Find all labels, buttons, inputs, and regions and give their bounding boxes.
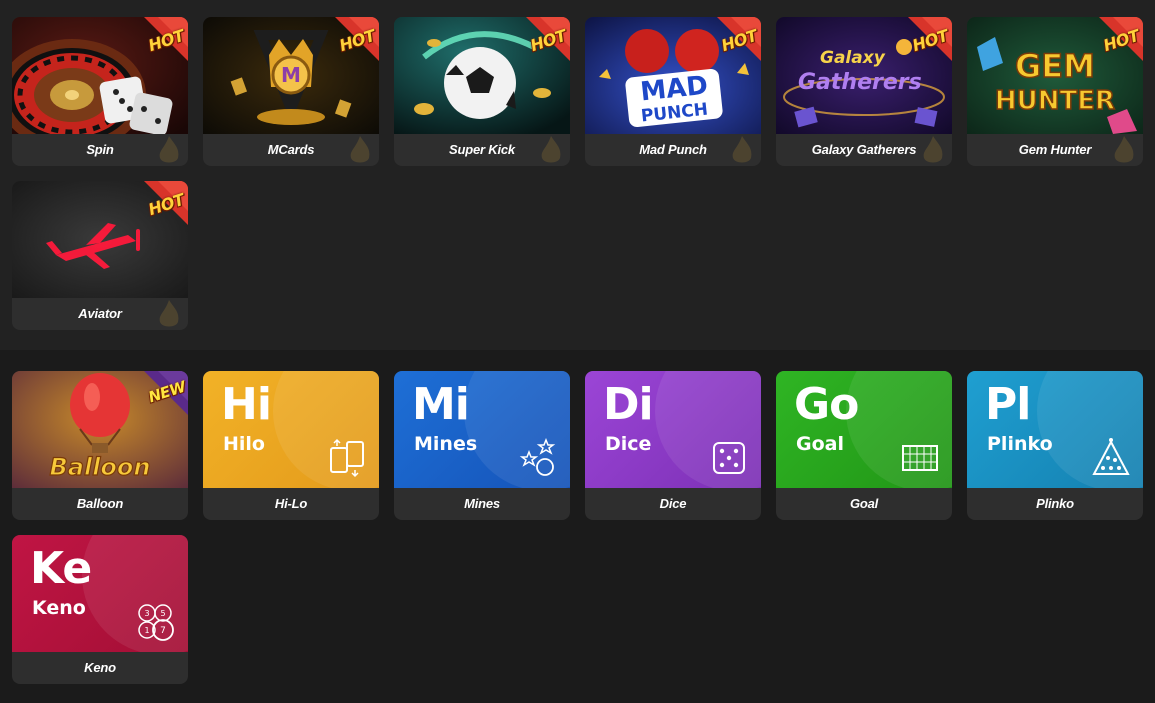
dice-icon [713,442,745,474]
game-card-super-kick[interactable]: HOT Super Kick [394,17,570,166]
hilo-tile: Hi Hilo [203,371,379,488]
keno-balls-icon: 3 5 1 7 [138,604,174,641]
gem-hunter-logo-bottom: HUNTER [995,86,1115,116]
tile-symbol: Pl [985,379,1031,430]
keno-ball-number: 3 [144,609,149,618]
svg-text:M: M [281,63,301,87]
game-title: Keno [84,660,116,675]
hot-ribbon: HOT [122,17,188,83]
mines-tile: Mi Mines [394,371,570,488]
tile-symbol: Go [794,379,859,430]
hot-ribbon: HOT [313,17,379,83]
tile-name: Dice [605,433,652,455]
game-card-balloon[interactable]: Balloon NEW Balloon [12,371,188,520]
game-card-keno[interactable]: Ke Keno 3 5 1 7 Keno [12,535,188,684]
game-title: Aviator [78,306,122,321]
tile-symbol: Mi [412,379,470,430]
game-title: Galaxy Gatherers [811,142,917,157]
game-card-hi-lo[interactable]: Hi Hilo Hi-Lo [203,371,379,520]
game-card-goal[interactable]: Go Goal Goal [776,371,952,520]
game-title: Mad Punch [639,142,707,157]
gem-hunter-thumbnail: GEM HUNTER HOT [967,17,1143,134]
stars-bomb-icon [519,438,556,476]
galaxy-gatherers-thumbnail: Galaxy Gatherers HOT [776,17,952,134]
game-card-plinko[interactable]: Pl Plinko Plinko [967,371,1143,520]
new-ribbon: NEW [122,371,188,437]
game-card-dice[interactable]: Di Dice Dice [585,371,761,520]
game-title: Dice [659,496,687,511]
balloon-logo: Balloon [49,453,150,481]
game-title: Goal [849,496,879,511]
super-kick-thumbnail: HOT [394,17,570,134]
goal-tile: Go Goal [776,371,952,488]
game-card-mines[interactable]: Mi Mines Mines [394,371,570,520]
game-title: MCards [267,142,315,157]
keno-tile: Ke Keno 3 5 1 7 [12,535,188,652]
cards-icon [330,438,364,478]
plinko-pyramid-icon [1092,438,1130,475]
hot-ribbon: HOT [122,181,188,247]
tile-name: Plinko [987,433,1053,455]
tile-symbol: Di [603,379,654,430]
game-title: Hi-Lo [274,496,308,511]
hot-ribbon: HOT [504,17,570,83]
game-card-aviator[interactable]: HOT Aviator [12,181,188,330]
aviator-thumbnail: HOT [12,181,188,298]
game-card-spin[interactable]: HOT Spin [12,17,188,166]
game-title: Plinko [1036,496,1074,511]
tile-name: Keno [32,597,86,619]
tile-name: Mines [414,433,478,455]
game-title: Super Kick [449,142,515,157]
keno-ball-number: 1 [144,626,149,635]
mcards-thumbnail: M HOT [203,17,379,134]
game-card-mad-punch[interactable]: MAD PUNCH HOT Mad Punch [585,17,761,166]
keno-ball-number: 7 [160,626,166,636]
game-title: Mines [464,496,500,511]
game-card-galaxy-gatherers[interactable]: Galaxy Gatherers HOT Galaxy Gatherers [776,17,952,166]
hot-ribbon: HOT [886,17,952,83]
goal-net-icon [902,445,938,471]
tile-symbol: Ke [30,543,92,594]
hot-ribbon: HOT [695,17,761,83]
tile-name: Hilo [223,433,265,455]
game-title: Spin [86,142,114,157]
tile-symbol: Hi [221,379,272,430]
game-card-gem-hunter[interactable]: GEM HUNTER HOT Gem Hunter [967,17,1143,166]
game-title: Gem Hunter [1018,142,1092,157]
original-games-section: Balloon NEW Balloon Hi Hilo Hi-Lo Mi Min… [0,350,1155,703]
game-card-mcards[interactable]: M HOT MCards [203,17,379,166]
balloon-thumbnail: Balloon NEW [12,371,188,488]
dice-tile: Di Dice [585,371,761,488]
spin-thumbnail: HOT [12,17,188,134]
mad-punch-thumbnail: MAD PUNCH HOT [585,17,761,134]
hot-ribbon: HOT [1077,17,1143,83]
tile-name: Goal [796,433,844,455]
galaxy-logo-top: Galaxy [820,48,886,68]
plinko-tile: Pl Plinko [967,371,1143,488]
keno-ball-number: 5 [160,609,165,618]
game-title: Balloon [76,496,124,511]
hot-games-section: HOT Spin M HOT MCards HOT Super Kick MAD… [0,0,1155,350]
